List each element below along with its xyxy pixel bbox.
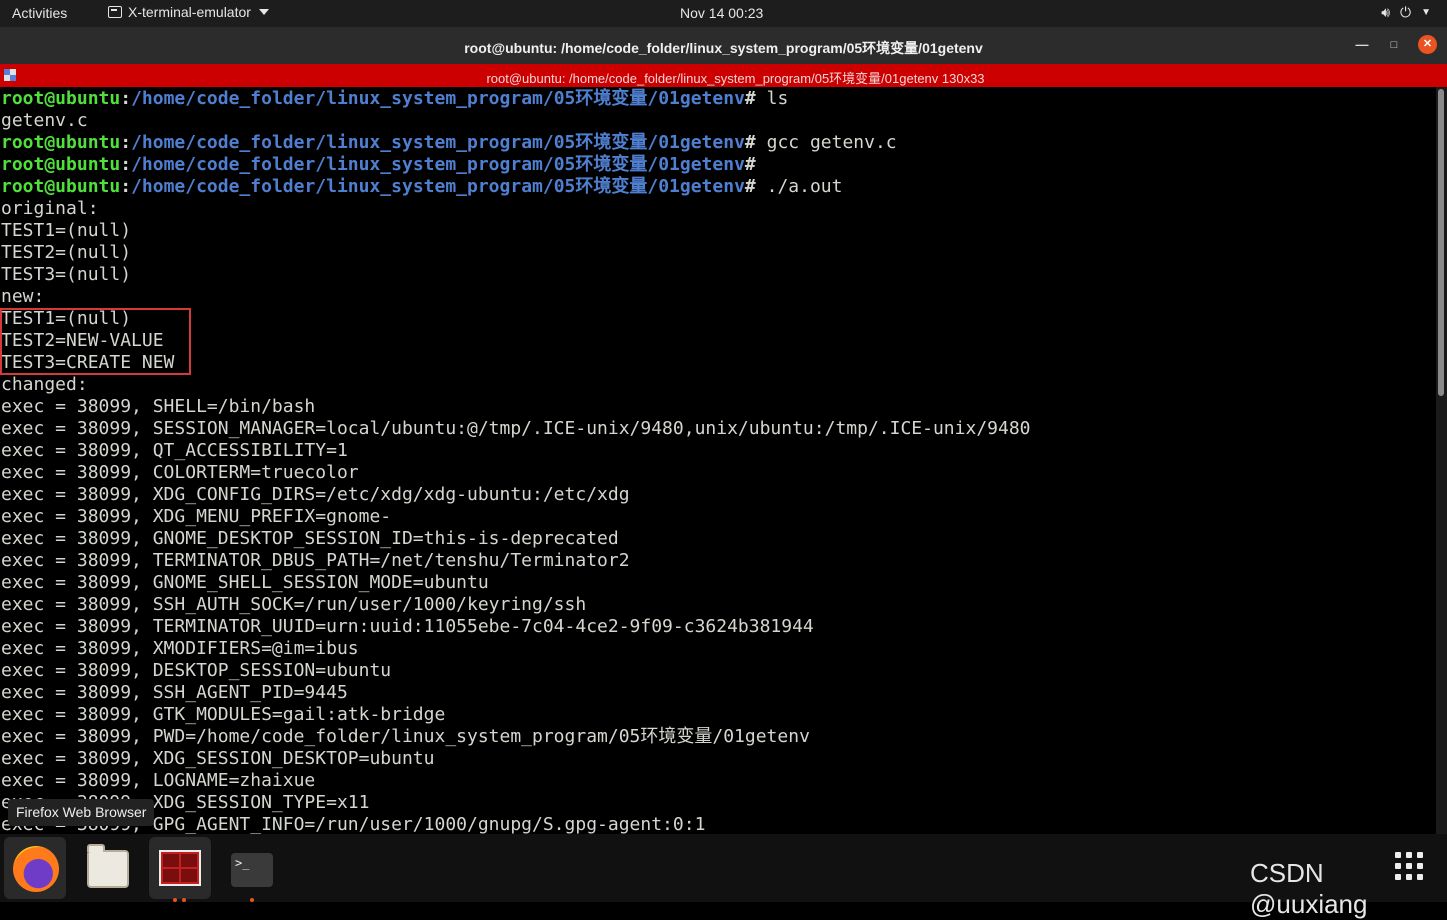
- command-text: ls: [755, 88, 789, 109]
- scrollbar-thumb[interactable]: [1438, 89, 1444, 396]
- chevron-down-icon[interactable]: ▼: [1421, 7, 1431, 18]
- maximize-button[interactable]: □: [1386, 35, 1402, 55]
- dock-item-terminal[interactable]: >_: [221, 837, 283, 902]
- output-line: exec = 38099, GPG_AGENT_INFO=/run/user/1…: [1, 814, 706, 834]
- app-menu-label: X-terminal-emulator: [128, 4, 251, 20]
- prompt-separator: :: [120, 154, 132, 175]
- tooltip: Firefox Web Browser: [8, 799, 155, 826]
- output-line: exec = 38099, TERMINATOR_DBUS_PATH=/net/…: [1, 550, 630, 571]
- output-line: exec = 38099, XDG_SESSION_DESKTOP=ubuntu: [1, 748, 435, 769]
- window-title: root@ubuntu: /home/code_folder/linux_sys…: [464, 40, 983, 56]
- terminator-title: root@ubuntu: /home/code_folder/linux_sys…: [486, 71, 985, 86]
- prompt-path: /home/code_folder/linux_system_program/0…: [131, 132, 745, 153]
- scrollbar[interactable]: [1436, 87, 1447, 834]
- output-line: exec = 38099, QT_ACCESSIBILITY=1: [1, 440, 348, 461]
- top-bar: Activities X-terminal-emulator Nov 14 00…: [0, 0, 1447, 27]
- dock-item-files[interactable]: [77, 837, 139, 899]
- prompt-user: root@ubuntu: [1, 154, 121, 175]
- output-line: TEST2=(null): [1, 242, 132, 263]
- prompt-separator: :: [120, 176, 132, 197]
- output-line: exec = 38099, SSH_AUTH_SOCK=/run/user/10…: [1, 594, 587, 615]
- output-line: TEST1=(null): [1, 220, 132, 241]
- output-line: original:: [1, 198, 99, 219]
- prompt-user: root@ubuntu: [1, 132, 121, 153]
- prompt-line: root@ubuntu:/home/code_folder/linux_syst…: [1, 132, 1031, 154]
- folder-icon: [87, 844, 129, 888]
- volume-icon[interactable]: 🔊︎: [1381, 4, 1390, 21]
- prompt-line: root@ubuntu:/home/code_folder/linux_syst…: [1, 176, 1031, 198]
- watermark: CSDN @uuxiang: [1250, 858, 1368, 919]
- app-menu[interactable]: X-terminal-emulator: [108, 4, 269, 20]
- dock-item-terminator[interactable]: [149, 837, 211, 902]
- output-line: exec = 38099, XDG_CONFIG_DIRS=/etc/xdg/x…: [1, 484, 630, 505]
- terminator-icon: [159, 850, 201, 886]
- activities-button[interactable]: Activities: [12, 5, 67, 21]
- output-line: getenv.c: [1, 110, 88, 131]
- running-indicator: [182, 898, 186, 902]
- system-tray[interactable]: 🔊︎ ⏻ ▼: [1381, 4, 1431, 21]
- prompt-separator: :: [120, 132, 132, 153]
- prompt-path: /home/code_folder/linux_system_program/0…: [131, 176, 745, 197]
- window-header[interactable]: root@ubuntu: /home/code_folder/linux_sys…: [0, 27, 1447, 64]
- output-line: exec = 38099, COLORTERM=truecolor: [1, 462, 359, 483]
- minimize-button[interactable]: —: [1354, 35, 1370, 55]
- prompt-hash: #: [744, 154, 756, 175]
- terminal-icon: >_: [231, 853, 273, 887]
- prompt-user: root@ubuntu: [1, 88, 121, 109]
- window-icon: [108, 6, 122, 18]
- prompt-hash: #: [744, 88, 756, 109]
- prompt-path: /home/code_folder/linux_system_program/0…: [131, 154, 745, 175]
- output-line: exec = 38099, DESKTOP_SESSION=ubuntu: [1, 660, 392, 681]
- output-line: exec = 38099, GNOME_DESKTOP_SESSION_ID=t…: [1, 528, 619, 549]
- output-line: exec = 38099, XMODIFIERS=@im=ibus: [1, 638, 359, 659]
- terminator-titlebar[interactable]: root@ubuntu: /home/code_folder/linux_sys…: [0, 64, 1447, 87]
- command-text: gcc getenv.c: [755, 132, 897, 153]
- command-text: ./a.out: [755, 176, 843, 197]
- terminal-lines: root@ubuntu:/home/code_folder/linux_syst…: [1, 88, 1031, 834]
- output-line: exec = 38099, SHELL=/bin/bash: [1, 396, 316, 417]
- running-indicator: [173, 898, 177, 902]
- output-line: TEST1=(null): [1, 308, 132, 329]
- output-line: TEST3=CREATE NEW: [1, 352, 175, 373]
- output-line: changed:: [1, 374, 88, 395]
- prompt-line: root@ubuntu:/home/code_folder/linux_syst…: [1, 154, 1031, 176]
- output-line: TEST3=(null): [1, 264, 132, 285]
- clock[interactable]: Nov 14 00:23: [680, 5, 763, 21]
- output-line: exec = 38099, XDG_MENU_PREFIX=gnome-: [1, 506, 392, 527]
- prompt-separator: :: [120, 88, 132, 109]
- output-line: exec = 38099, LOGNAME=zhaixue: [1, 770, 316, 791]
- dock: >_: [0, 834, 1447, 902]
- output-line: exec = 38099, XDG_SESSION_TYPE=x11: [1, 792, 370, 813]
- output-line: exec = 38099, SSH_AGENT_PID=9445: [1, 682, 348, 703]
- prompt-hash: #: [744, 176, 756, 197]
- output-line: exec = 38099, GTK_MODULES=gail:atk-bridg…: [1, 704, 446, 725]
- output-line: exec = 38099, PWD=/home/code_folder/linu…: [1, 726, 810, 747]
- prompt-path: /home/code_folder/linux_system_program/0…: [131, 88, 745, 109]
- power-icon[interactable]: ⏻: [1400, 4, 1411, 21]
- prompt-user: root@ubuntu: [1, 176, 121, 197]
- chevron-down-icon: [258, 9, 269, 15]
- output-line: exec = 38099, SESSION_MANAGER=local/ubun…: [1, 418, 1031, 439]
- running-indicator: [250, 898, 254, 902]
- terminal-output[interactable]: root@ubuntu:/home/code_folder/linux_syst…: [0, 87, 1436, 834]
- output-line: exec = 38099, TERMINATOR_UUID=urn:uuid:1…: [1, 616, 814, 637]
- prompt-hash: #: [744, 132, 756, 153]
- output-line: exec = 38099, GNOME_SHELL_SESSION_MODE=u…: [1, 572, 489, 593]
- close-button[interactable]: ✕: [1418, 35, 1437, 54]
- firefox-icon: [13, 846, 59, 892]
- output-line: new:: [1, 286, 45, 307]
- prompt-line: root@ubuntu:/home/code_folder/linux_syst…: [1, 88, 1031, 110]
- dock-item-firefox[interactable]: [4, 837, 66, 899]
- output-line: TEST2=NEW-VALUE: [1, 330, 164, 351]
